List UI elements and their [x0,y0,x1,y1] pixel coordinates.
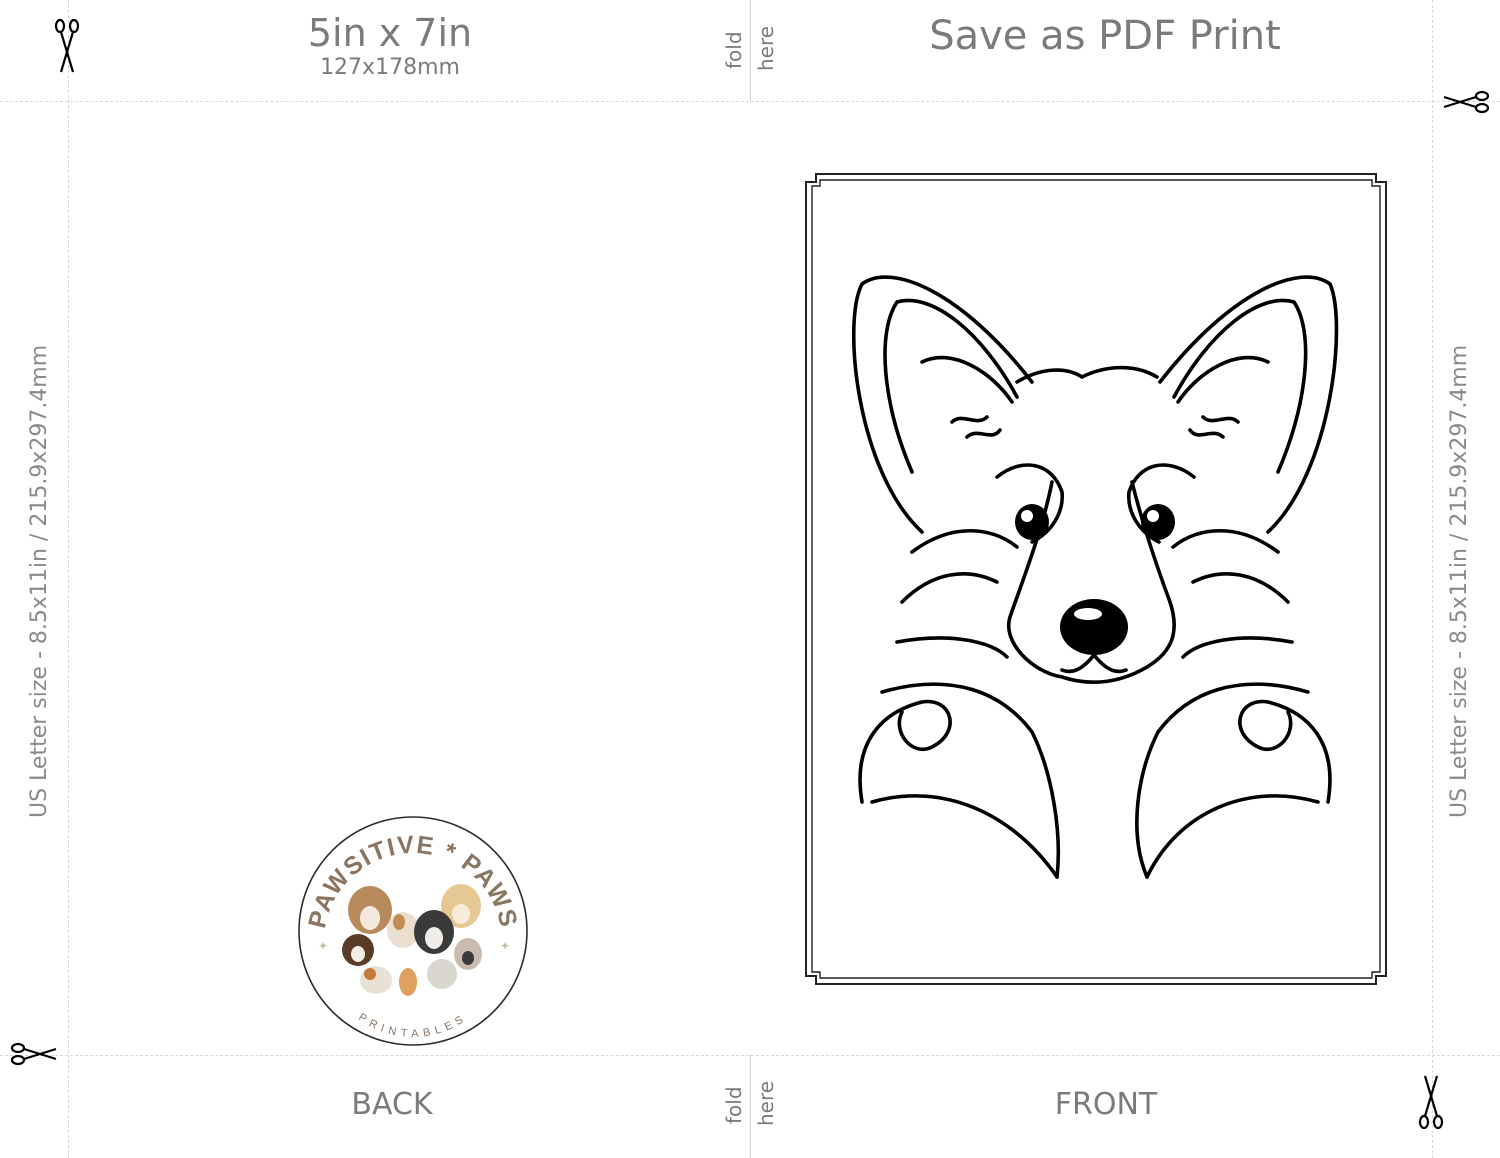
back-panel-label: BACK [351,1087,433,1122]
fold-word-bottom: fold [722,1086,746,1124]
scissors-icon [10,1042,57,1066]
here-word-bottom: here [754,1080,778,1126]
save-as-pdf-label: Save as PDF Print [929,13,1281,59]
scissors-icon [54,18,80,73]
here-word-top: here [754,25,778,71]
front-card-artwork [805,173,1387,985]
corgi-line-art [852,275,1339,879]
svg-text:✦: ✦ [318,939,328,953]
card-size-metric: 127x178mm [320,55,460,80]
fold-line-bottom [750,1055,751,1158]
svg-text:✦: ✦ [500,939,510,953]
scissors-icon [1418,1075,1444,1130]
card-size-title: 5in x 7in [307,11,473,55]
pawsitive-paws-logo: PAWSITIVE * PAWS PRINTABLES ✦ ✦ [298,816,528,1046]
fold-line-top [750,0,751,101]
fold-word-top: fold [722,31,746,69]
scissors-icon [1443,90,1490,114]
cut-guide-right [1432,0,1433,1158]
paper-size-label-left: US Letter size - 8.5x11in / 215.9x297.4m… [27,344,52,818]
cut-guide-top [0,101,1500,102]
paper-size-label-right: US Letter size - 8.5x11in / 215.9x297.4m… [1447,344,1472,818]
front-panel-label: FRONT [1054,1087,1158,1122]
cut-guide-left [68,0,69,1158]
